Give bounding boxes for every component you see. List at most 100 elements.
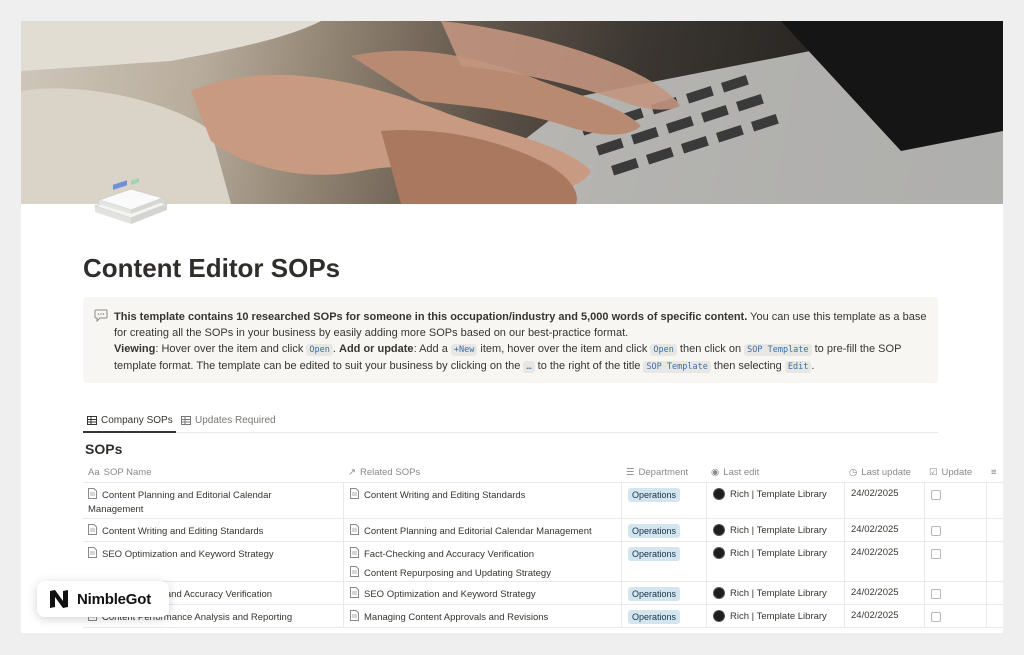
open-code: Open (306, 344, 333, 356)
cell-last-update[interactable]: 24/02/2025 (844, 542, 924, 581)
active-tab-indicator (83, 431, 176, 433)
page-icon (350, 566, 359, 577)
person-icon: ◉ (711, 466, 720, 478)
sops-table: Aa SOP Name ↗ Related SOPs ☰ Department ◉ La… (83, 461, 1003, 628)
editor-name: Rich | Template Library (730, 547, 827, 559)
page-icon (350, 524, 359, 535)
cell-last-update[interactable]: 24/02/2025 (844, 483, 924, 518)
nimblegot-badge[interactable]: NimbleGot (37, 581, 169, 617)
table-row[interactable]: Content Planning and Editorial Calendar … (83, 483, 1003, 519)
cell-related[interactable]: SEO Optimization and Keyword Strategy (343, 582, 621, 604)
update-checkbox[interactable] (931, 490, 941, 500)
sop-name: Content Planning and Editorial Calendar (102, 490, 272, 501)
cell-extra (986, 605, 1003, 627)
department-tag: Operations (628, 524, 681, 538)
dots-code: … (523, 361, 535, 373)
column-header-sop-name[interactable]: Aa SOP Name (83, 461, 343, 483)
update-checkbox[interactable] (931, 589, 941, 599)
update-checkbox[interactable] (931, 612, 941, 622)
cell-last-update[interactable]: 24/02/2025 (844, 605, 924, 627)
cell-related[interactable]: Managing Content Approvals and Revisions (343, 605, 621, 627)
column-header-department[interactable]: ☰ Department (621, 461, 706, 483)
relation-arrow-icon: ↗ (348, 466, 356, 478)
cell-department[interactable]: Operations (621, 483, 706, 518)
book-stack-icon[interactable] (91, 176, 169, 226)
viewing-label: Viewing (114, 343, 156, 355)
add-text-2: item, hover over the item and click (477, 343, 651, 355)
tab-updates-required[interactable]: Updates Required (181, 413, 276, 427)
cell-last-edit[interactable]: Rich | Template Library (706, 519, 844, 541)
add-text-5: to the right of the title (534, 360, 644, 372)
cell-last-update[interactable]: 24/02/2025 (844, 519, 924, 541)
table-row[interactable]: Fact-Checking and Accuracy Verification … (83, 582, 1003, 605)
cell-sop-name[interactable]: Content Writing and Editing Standards (83, 519, 343, 541)
page-icon (350, 547, 359, 558)
open-code-2: Open (650, 344, 677, 356)
cell-department[interactable]: Operations (621, 542, 706, 581)
cell-last-edit[interactable]: Rich | Template Library (706, 542, 844, 581)
cell-update (924, 605, 986, 627)
cell-last-edit[interactable]: Rich | Template Library (706, 605, 844, 627)
cell-last-edit[interactable]: Rich | Template Library (706, 483, 844, 518)
column-label: Related SOPs (359, 466, 421, 478)
tab-company-sops[interactable]: Company SOPs (87, 413, 173, 427)
cell-last-edit[interactable]: Rich | Template Library (706, 582, 844, 604)
editor-name: Rich | Template Library (730, 587, 827, 599)
callout-block[interactable]: This template contains 10 researched SOP… (83, 297, 938, 383)
cell-sop-name[interactable]: SEO Optimization and Keyword Strategy (83, 542, 343, 581)
cell-department[interactable]: Operations (621, 582, 706, 604)
related-sop-link[interactable]: Managing Content Approvals and Revisions (350, 610, 615, 625)
table-row[interactable]: SEO Optimization and Keyword Strategy Fa… (83, 542, 1003, 582)
add-text-6: then selecting (710, 360, 785, 372)
related-sop-link[interactable]: SEO Optimization and Keyword Strategy (350, 587, 615, 602)
column-header-update[interactable]: ☑ Update (924, 461, 986, 483)
page-title: Content Editor SOPs (83, 253, 341, 283)
cell-department[interactable]: Operations (621, 519, 706, 541)
department-tag: Operations (628, 610, 681, 624)
avatar (713, 610, 725, 622)
related-sop-link[interactable]: Fact-Checking and Accuracy Verification (350, 547, 615, 562)
column-label: SOP Name (103, 466, 152, 478)
table-icon (181, 415, 191, 425)
table-header: Aa SOP Name ↗ Related SOPs ☰ Department ◉ La… (83, 461, 1003, 483)
add-update-label: Add or update (339, 343, 414, 355)
related-sop-link[interactable]: Content Writing and Editing Standards (350, 488, 615, 503)
tab-label: Updates Required (195, 414, 276, 426)
update-checkbox[interactable] (931, 526, 941, 536)
sop-name: Content Writing and Editing Standards (102, 526, 264, 537)
clock-icon: ◷ (849, 466, 858, 478)
last-update-date: 24/02/2025 (851, 488, 899, 499)
cell-related[interactable]: Content Writing and Editing Standards (343, 483, 621, 518)
page-icon (88, 547, 97, 558)
column-header-more[interactable]: ≡ (986, 461, 1003, 483)
update-checkbox[interactable] (931, 549, 941, 559)
cell-update (924, 542, 986, 581)
last-update-date: 24/02/2025 (851, 524, 899, 535)
department-tag: Operations (628, 587, 681, 601)
title-property-icon: Aa (88, 466, 100, 478)
brand-name: NimbleGot (77, 590, 152, 608)
cell-related[interactable]: Fact-Checking and Accuracy Verification … (343, 542, 621, 581)
cell-sop-name[interactable]: Content Planning and Editorial Calendar … (83, 483, 343, 518)
column-header-related-sops[interactable]: ↗ Related SOPs (343, 461, 621, 483)
related-sop-link[interactable]: Content Repurposing and Updating Strateg… (350, 566, 615, 581)
speech-bubble-icon (94, 309, 108, 322)
notion-page: Content Editor SOPs This template contai… (21, 21, 1003, 633)
avatar (713, 547, 725, 559)
table-row[interactable]: Content Performance Analysis and Reporti… (83, 605, 1003, 628)
avatar (713, 488, 725, 500)
callout-end: . (811, 360, 815, 372)
cell-department[interactable]: Operations (621, 605, 706, 627)
column-header-last-update[interactable]: ◷ Last update (844, 461, 924, 483)
column-header-last-edit[interactable]: ◉ Last edit (706, 461, 844, 483)
related-sop-link[interactable]: Content Planning and Editorial Calendar … (350, 524, 615, 539)
last-update-date: 24/02/2025 (851, 610, 899, 621)
page-icon (88, 524, 97, 535)
table-row[interactable]: Content Writing and Editing Standards Co… (83, 519, 1003, 542)
cell-last-update[interactable]: 24/02/2025 (844, 582, 924, 604)
page-icon (350, 587, 359, 598)
viewing-text: : Hover over the item and click (155, 343, 307, 355)
cell-update (924, 519, 986, 541)
page-icon (350, 610, 359, 621)
cell-related[interactable]: Content Planning and Editorial Calendar … (343, 519, 621, 541)
